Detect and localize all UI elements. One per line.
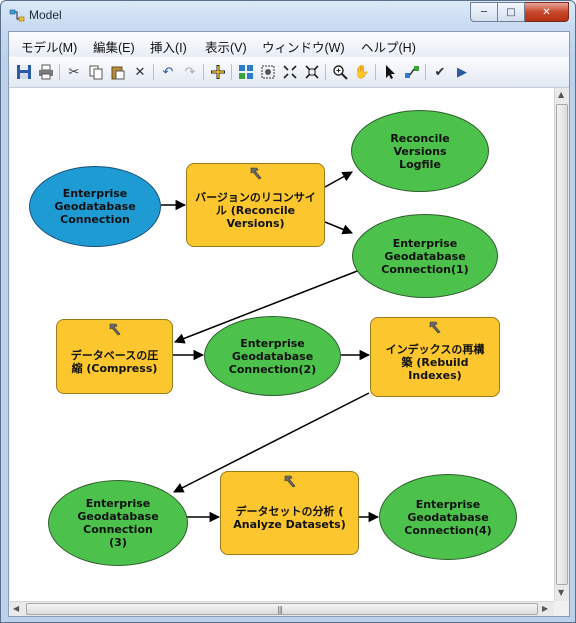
hammer-icon — [109, 323, 120, 336]
vertical-scroll-thumb[interactable] — [556, 104, 568, 585]
menu-bar: モデル(M) 編集(E) 挿入(I) 表示(V) ウィンドウ(W) ヘルプ(H) — [9, 32, 569, 56]
window-title: Model — [29, 8, 62, 22]
model-canvas[interactable]: Enterprise Geodatabase Connection バージョンの… — [10, 88, 554, 601]
toolbar: ✂ ✕ ↶ ↷ ✋ ✔ ▶ — [9, 57, 569, 88]
select-icon[interactable] — [381, 63, 399, 81]
scroll-up-icon[interactable]: ▲ — [558, 90, 564, 99]
logfile-node[interactable]: Reconcile Versions Logfile — [351, 110, 489, 192]
copy-icon[interactable] — [87, 63, 105, 81]
compress-tool[interactable]: データベースの圧 縮 (Compress) — [56, 319, 173, 394]
size-grip — [554, 601, 569, 616]
scroll-down-icon[interactable]: ▼ — [558, 588, 564, 597]
horizontal-scrollbar[interactable]: ◀ ||| ▶ — [10, 601, 554, 616]
menu-help[interactable]: ヘルプ(H) — [361, 37, 416, 56]
undo-icon[interactable]: ↶ — [159, 63, 177, 81]
hammer-icon — [284, 475, 295, 488]
scroll-right-icon[interactable]: ▶ — [542, 604, 548, 613]
connection-4-node[interactable]: Enterprise Geodatabase Connection(4) — [379, 474, 517, 560]
auto-layout-icon[interactable] — [237, 63, 255, 81]
menu-view[interactable]: 表示(V) — [205, 37, 247, 56]
zoom-in-fixed-icon[interactable] — [281, 63, 299, 81]
minimize-button[interactable]: ─ — [470, 2, 498, 22]
connection-2-node[interactable]: Enterprise Geodatabase Connection(2) — [204, 316, 341, 396]
redo-icon[interactable]: ↷ — [181, 63, 199, 81]
print-icon[interactable] — [37, 63, 55, 81]
menu-edit[interactable]: 編集(E) — [93, 37, 135, 56]
horizontal-scroll-thumb[interactable]: ||| — [26, 603, 538, 615]
add-data-icon[interactable] — [209, 63, 227, 81]
compress-label: データベースの圧 縮 (Compress) — [70, 348, 159, 375]
run-icon[interactable]: ▶ — [453, 63, 471, 81]
save-icon[interactable] — [15, 63, 33, 81]
analyze-datasets-label: データセットの分析 ( Analyze Datasets) — [233, 505, 346, 531]
maximize-button[interactable]: □ — [498, 2, 525, 22]
cut-icon[interactable]: ✂ — [65, 63, 83, 81]
connect-icon[interactable] — [403, 63, 421, 81]
reconcile-versions-tool[interactable]: バージョンのリコンサイ ル (Reconcile Versions) — [186, 163, 325, 247]
validate-icon[interactable]: ✔ — [431, 63, 449, 81]
menu-model[interactable]: モデル(M) — [21, 37, 77, 56]
connection-1-node[interactable]: Enterprise Geodatabase Connection(1) — [352, 214, 498, 298]
menu-insert[interactable]: 挿入(I) — [150, 37, 187, 56]
model-window: Model ─ □ ✕ モデル(M) 編集(E) 挿入(I) 表示(V) ウィン… — [0, 0, 576, 623]
pan-icon[interactable]: ✋ — [353, 63, 371, 81]
paste-icon[interactable] — [109, 63, 127, 81]
connection-3-node[interactable]: Enterprise Geodatabase Connection (3) — [48, 480, 188, 566]
connector-reconcile-to-logfile — [324, 171, 353, 188]
client-area: モデル(M) 編集(E) 挿入(I) 表示(V) ウィンドウ(W) ヘルプ(H)… — [8, 31, 570, 617]
hammer-icon — [429, 321, 441, 334]
reconcile-versions-label: バージョンのリコンサイ ル (Reconcile Versions) — [195, 190, 316, 230]
zoom-out-fixed-icon[interactable] — [303, 63, 321, 81]
connector-reconcile-to-conn1 — [324, 221, 353, 235]
rebuild-indexes-label: インデックスの再構 築 (Rebuild Indexes) — [385, 342, 485, 382]
scroll-left-icon[interactable]: ◀ — [13, 604, 19, 613]
close-button[interactable]: ✕ — [525, 2, 569, 22]
rebuild-indexes-tool[interactable]: インデックスの再構 築 (Rebuild Indexes) — [370, 317, 500, 397]
delete-icon[interactable]: ✕ — [131, 63, 149, 81]
input-connection-node[interactable]: Enterprise Geodatabase Connection — [29, 166, 161, 247]
full-extent-icon[interactable] — [259, 63, 277, 81]
zoom-in-icon[interactable] — [331, 63, 349, 81]
hammer-icon — [250, 167, 261, 180]
vertical-scrollbar[interactable]: ▲ ▼ — [554, 88, 569, 601]
menu-window[interactable]: ウィンドウ(W) — [262, 37, 345, 56]
analyze-datasets-tool[interactable]: データセットの分析 ( Analyze Datasets) — [220, 471, 359, 555]
title-bar[interactable]: Model ─ □ ✕ — [1, 1, 575, 31]
model-icon — [9, 9, 25, 22]
